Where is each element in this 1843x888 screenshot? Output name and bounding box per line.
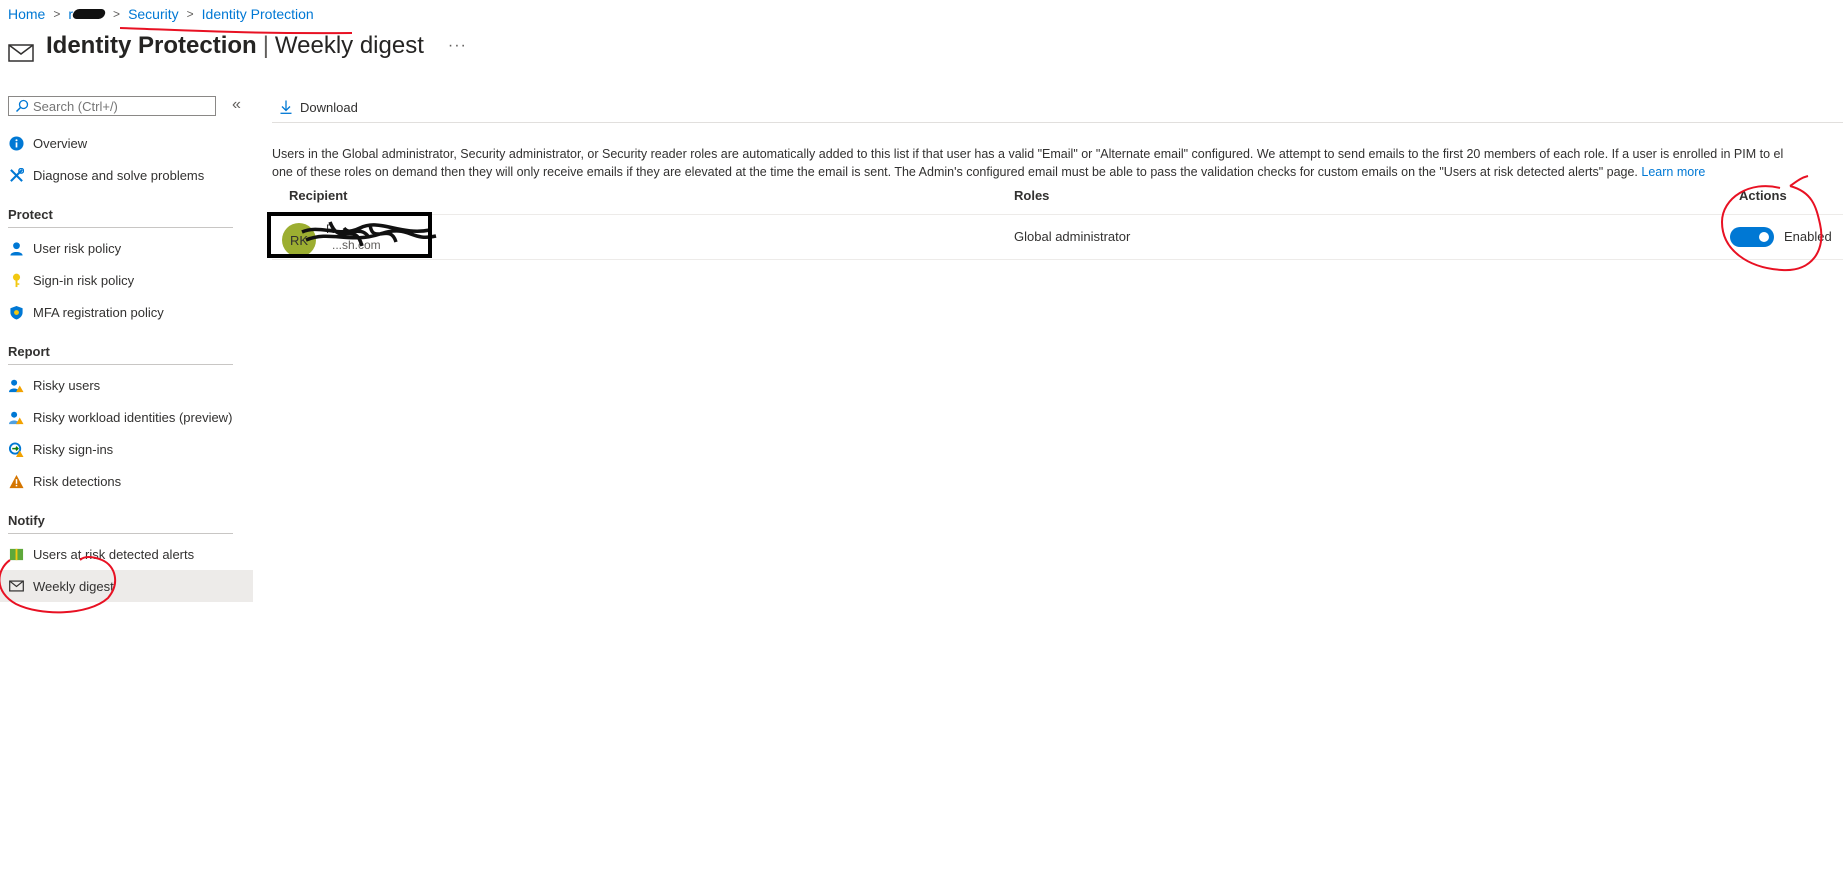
info-line-1: Users in the Global administrator, Secur… bbox=[272, 147, 1784, 161]
section-divider bbox=[8, 227, 233, 228]
breadcrumb-home[interactable]: Home bbox=[8, 6, 45, 22]
download-label: Download bbox=[300, 99, 358, 115]
alerts-icon bbox=[8, 546, 24, 562]
sidebar-item-risky-users[interactable]: Risky users bbox=[0, 369, 253, 401]
chevron-right-icon: > bbox=[53, 7, 61, 21]
download-button[interactable]: Download bbox=[280, 96, 358, 118]
chevron-right-icon: > bbox=[113, 7, 121, 21]
info-icon bbox=[8, 135, 24, 151]
sidebar-item-mfa-registration-policy[interactable]: MFA registration policy bbox=[0, 296, 253, 328]
sidebar-item-risky-workload-identities[interactable]: Risky workload identities (preview) bbox=[0, 401, 253, 433]
sidebar-item-diagnose[interactable]: Diagnose and solve problems bbox=[0, 159, 253, 191]
wrench-icon bbox=[8, 167, 24, 183]
search-icon bbox=[15, 99, 29, 113]
sidebar-item-label: Risky workload identities (preview) bbox=[33, 409, 233, 425]
weekly-digest-toggle[interactable] bbox=[1730, 227, 1774, 247]
sidebar-item-label: Risky users bbox=[33, 377, 101, 393]
more-options-button[interactable]: ··· bbox=[448, 37, 467, 55]
chevron-right-icon: > bbox=[186, 7, 194, 21]
toggle-status-label: Enabled bbox=[1784, 229, 1832, 244]
page-title-main: Identity Protection bbox=[46, 32, 257, 59]
sidebar-item-users-at-risk-detected-alerts[interactable]: Users at risk detected alerts bbox=[0, 538, 253, 570]
sidebar-item-weekly-digest[interactable]: Weekly digest bbox=[0, 570, 253, 602]
sidebar-item-label: Diagnose and solve problems bbox=[33, 167, 205, 183]
section-title-report: Report bbox=[8, 344, 50, 359]
key-icon bbox=[8, 272, 24, 288]
section-title-notify: Notify bbox=[8, 513, 45, 528]
search-input[interactable] bbox=[33, 98, 213, 114]
sidebar-item-user-risk-policy[interactable]: User risk policy bbox=[0, 232, 253, 264]
risky-users-icon bbox=[8, 377, 24, 393]
sidebar-item-label: MFA registration policy bbox=[33, 304, 164, 320]
table-header-divider bbox=[272, 214, 1843, 215]
page-title: Identity Protection | Weekly digest bbox=[46, 32, 424, 60]
column-header-recipient: Recipient bbox=[289, 188, 348, 203]
annotation-overlay bbox=[0, 27, 1823, 614]
sidebar-item-overview[interactable]: Overview bbox=[0, 127, 253, 159]
sidebar-item-sign-in-risk-policy[interactable]: Sign-in risk policy bbox=[0, 264, 253, 296]
mail-icon bbox=[8, 578, 24, 594]
sidebar-item-label: Overview bbox=[33, 135, 88, 151]
column-header-roles: Roles bbox=[1014, 188, 1050, 203]
toolbar-divider bbox=[272, 122, 1843, 123]
breadcrumb-identity-protection[interactable]: Identity Protection bbox=[202, 6, 314, 22]
risky-workload-icon bbox=[8, 409, 24, 425]
sidebar-item-label: Users at risk detected alerts bbox=[33, 546, 195, 562]
sidebar-item-label: Risky sign-ins bbox=[33, 441, 114, 457]
sidebar-item-risk-detections[interactable]: Risk detections bbox=[0, 465, 253, 497]
section-divider bbox=[8, 364, 233, 365]
search-field[interactable] bbox=[8, 96, 216, 116]
page-subtitle: Weekly digest bbox=[274, 32, 424, 59]
learn-more-link[interactable]: Learn more bbox=[1641, 165, 1705, 179]
collapse-sidebar-button[interactable]: « bbox=[232, 96, 241, 114]
user-icon bbox=[8, 240, 24, 256]
warning-icon bbox=[8, 473, 24, 489]
breadcrumb-tenant[interactable]: r bbox=[68, 6, 107, 22]
page-header: Identity Protection | Weekly digest ··· bbox=[8, 30, 467, 62]
breadcrumb-security[interactable]: Security bbox=[128, 6, 179, 22]
section-divider bbox=[8, 533, 233, 534]
risky-signin-icon bbox=[8, 441, 24, 457]
table-row-divider bbox=[272, 259, 1843, 260]
info-line-2: one of these roles on demand then they w… bbox=[272, 163, 1843, 181]
redaction-mark bbox=[71, 9, 107, 19]
column-header-actions: Actions bbox=[1739, 188, 1787, 203]
role-cell: Global administrator bbox=[1014, 229, 1131, 244]
recipient-highlight-box bbox=[267, 212, 432, 258]
download-icon bbox=[280, 100, 292, 114]
sidebar-item-label: Weekly digest bbox=[33, 578, 114, 594]
breadcrumb: Home > r > Security > Identity Protectio… bbox=[8, 4, 314, 24]
info-text: Users in the Global administrator, Secur… bbox=[272, 145, 1843, 181]
mail-icon bbox=[8, 40, 38, 62]
info-line-2-text: one of these roles on demand then they w… bbox=[272, 165, 1638, 179]
shield-icon bbox=[8, 304, 24, 320]
title-separator: | bbox=[262, 32, 269, 59]
sidebar-item-label: Sign-in risk policy bbox=[33, 272, 135, 288]
sidebar-item-risky-sign-ins[interactable]: Risky sign-ins bbox=[0, 433, 253, 465]
toggle-knob bbox=[1759, 232, 1769, 242]
section-title-protect: Protect bbox=[8, 207, 53, 222]
sidebar-item-label: User risk policy bbox=[33, 240, 122, 256]
sidebar-item-label: Risk detections bbox=[33, 473, 122, 489]
